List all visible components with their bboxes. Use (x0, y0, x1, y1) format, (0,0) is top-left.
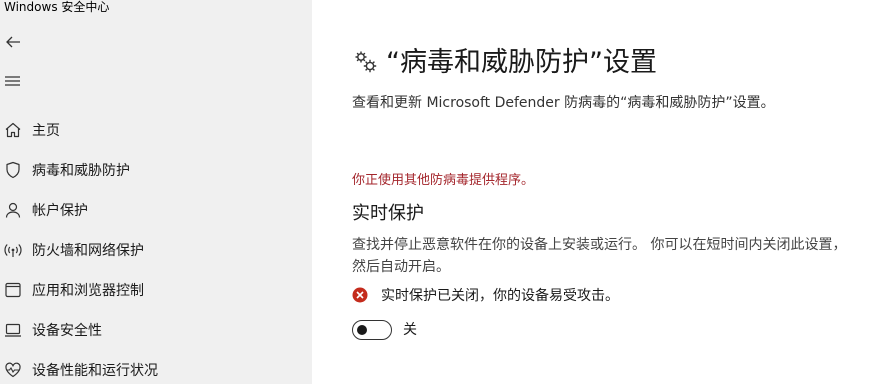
shield-icon (6, 161, 20, 179)
sidebar-item-device-health[interactable]: 设备性能和运行状况 (0, 352, 312, 384)
wifi-signal-icon (4, 244, 22, 257)
realtime-status-text: 实时保护已关闭，你的设备易受攻击。 (381, 288, 619, 304)
sidebar-item-label: 设备性能和运行状况 (32, 363, 158, 379)
realtime-protection-title: 实时保护 (352, 203, 424, 224)
sidebar-item-firewall[interactable]: 防火墙和网络保护 (0, 232, 312, 268)
sidebar-item-device-security[interactable]: 设备安全性 (0, 312, 312, 348)
title-bar: Windows 安全中心 (0, 0, 312, 16)
sidebar-item-label: 病毒和威胁防护 (32, 163, 130, 179)
realtime-protection-toggle[interactable] (352, 320, 392, 340)
realtime-protection-description: 查找并停止恶意软件在你的设备上安装或运行。 你可以在短时间内关闭此设置，然后自动… (352, 237, 847, 275)
sidebar-item-account[interactable]: 帐户保护 (0, 192, 312, 228)
toggle-knob (357, 324, 367, 335)
person-icon (5, 202, 21, 218)
third-party-av-warning: 你正使用其他防病毒提供程序。 (352, 173, 535, 188)
laptop-icon (5, 323, 21, 337)
page-title: “病毒和威胁防护”设置 (386, 47, 657, 78)
sidebar-item-label: 防火墙和网络保护 (32, 243, 144, 259)
sidebar-item-virus-protection[interactable]: 病毒和威胁防护 (0, 152, 312, 188)
gears-icon (355, 51, 377, 73)
page-description: 查看和更新 Microsoft Defender 防病毒的“病毒和威胁防护”设置… (352, 95, 775, 111)
sidebar-item-label: 设备安全性 (32, 323, 102, 339)
app-window-icon (5, 282, 21, 298)
sidebar-item-label: 应用和浏览器控制 (32, 283, 144, 299)
sidebar: 主页 病毒和威胁防护 帐户保护 防火墙和网络保护 应用和浏览器控制 设备安全性 … (0, 16, 312, 384)
toggle-state-label: 关 (403, 322, 417, 338)
sidebar-item-home[interactable]: 主页 (0, 112, 312, 148)
error-circle-icon (352, 287, 368, 303)
back-arrow-icon[interactable] (4, 33, 22, 51)
app-title: Windows 安全中心 (4, 0, 110, 14)
sidebar-item-label: 帐户保护 (32, 203, 88, 219)
realtime-status: 实时保护已关闭，你的设备易受攻击。 (352, 285, 872, 307)
main-content: “病毒和威胁防护”设置 查看和更新 Microsoft Defender 防病毒… (312, 0, 892, 384)
sidebar-item-label: 主页 (32, 123, 60, 139)
home-icon (5, 122, 21, 138)
sidebar-item-app-browser[interactable]: 应用和浏览器控制 (0, 272, 312, 308)
heart-pulse-icon (5, 362, 21, 378)
hamburger-menu-icon[interactable] (4, 74, 22, 88)
